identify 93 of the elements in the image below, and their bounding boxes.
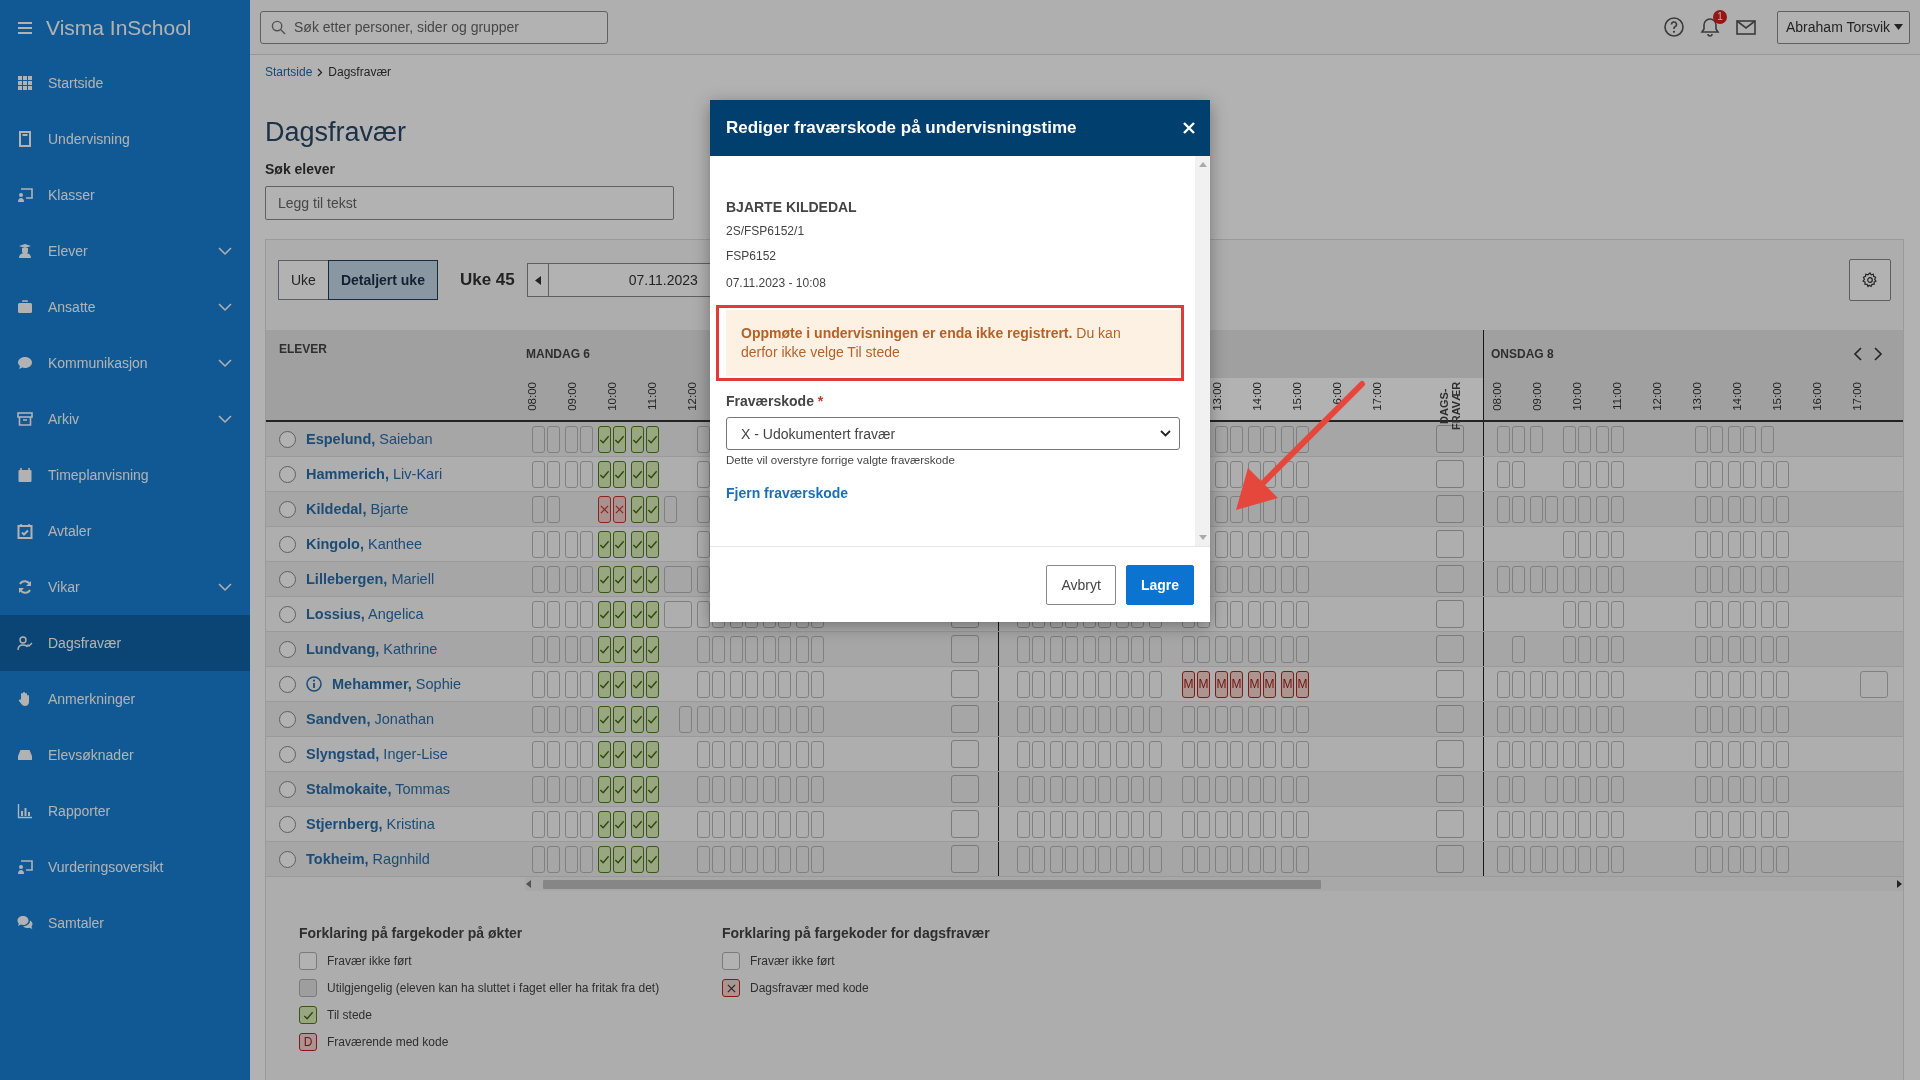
session-cell[interactable]: M	[1197, 670, 1210, 698]
sidebar-item[interactable]: Startside	[0, 55, 250, 111]
hour-label: 08:00	[526, 382, 539, 411]
student-name[interactable]: Hammerich, Liv-Kari	[306, 466, 443, 482]
legend-label: Utilgjengelig (eleven kan ha sluttet i faget eller ha fritak fra det)	[327, 981, 660, 995]
legend-swatch: D	[299, 1033, 317, 1051]
hour-label: 12:00	[686, 382, 699, 411]
view-tab[interactable]: Detaljert uke	[327, 260, 438, 300]
dialog-title: Rediger fraværskode på undervisningstime	[726, 118, 1077, 138]
legend-title: Forklaring på fargekoder for dagsfravær	[722, 925, 991, 941]
sidebar-item[interactable]: Samtaler	[0, 895, 250, 951]
session-cell[interactable]: M	[1281, 670, 1294, 698]
sidebar-item[interactable]: Kommunikasjon	[0, 335, 250, 391]
sidebar-item[interactable]: Rapporter	[0, 783, 250, 839]
column-header: DAGS-FRAVÆR	[1438, 380, 1462, 432]
student-name: BJARTE KILDEDAL	[726, 198, 858, 216]
warning-message: Oppmøte i undervisningen er enda ikke registrert. Du kan derfor ikke velge Til stede	[726, 310, 1180, 376]
session-cell[interactable]: M	[1248, 670, 1261, 698]
field-label: Søk elever	[265, 161, 336, 178]
session-cell[interactable]: M	[1230, 670, 1243, 698]
hour-label: 08:00	[1491, 382, 1504, 411]
session-cell[interactable]: M	[1296, 670, 1309, 698]
hour-label: 11:00	[646, 382, 659, 410]
lesson-detail: 2S/FSP6152/1	[726, 223, 806, 239]
sidebar-item[interactable]: Vikar	[0, 559, 250, 615]
hour-label: 14:00	[1251, 382, 1264, 411]
remove-code-link[interactable]: Fjern fraværskode	[726, 485, 849, 501]
student-name[interactable]: Kingolo, Kanthee	[306, 536, 423, 552]
hour-label: 15:00	[1291, 382, 1304, 411]
search-field[interactable]: Søk etter personer, sider og grupper	[260, 10, 608, 44]
hour-label: 09:00	[1531, 382, 1544, 411]
breadcrumb-current: Dagsfravær	[328, 65, 392, 79]
notification-badge: 1	[1713, 10, 1727, 24]
hour-label: 12:00	[1651, 382, 1664, 411]
sidebar-item[interactable]: Avtaler	[0, 503, 250, 559]
student-name[interactable]: Mehammer, Sophie	[332, 676, 461, 692]
absence-code-select[interactable]: X - Udokumentert fravær	[726, 417, 1180, 450]
hour-label: 17:00	[1371, 382, 1384, 411]
cancel-button[interactable]: Avbryt	[1046, 564, 1116, 605]
hour-label: 13:00	[1211, 382, 1224, 411]
sidebar-item[interactable]: Ansatte	[0, 279, 250, 335]
hour-label: 10:00	[606, 382, 619, 411]
sidebar-item[interactable]: Dagsfravær	[0, 615, 250, 671]
legend-label: Fravær ikke ført	[750, 954, 835, 968]
page-title: Dagsfravær	[265, 116, 407, 148]
student-name[interactable]: Stalmokaite, Tommas	[306, 781, 450, 797]
help-text: Dette vil overstyre forrige valgte fraværskode	[726, 454, 956, 466]
student-name[interactable]: Lillebergen, Mariell	[306, 571, 435, 587]
breadcrumb-link[interactable]: Startside	[265, 65, 313, 79]
day-header: MANDAG 6	[526, 347, 590, 361]
student-name[interactable]: Lundvang, Kathrine	[306, 641, 438, 657]
legend-label: Fraværende med kode	[327, 1035, 449, 1049]
day-header: ONSDAG 8	[1491, 347, 1554, 361]
session-cell[interactable]: M	[1182, 670, 1195, 698]
hour-label: 6:00	[1331, 382, 1344, 405]
sidebar-item[interactable]: Klasser	[0, 167, 250, 223]
week-label: Uke 45	[459, 270, 515, 290]
student-search-field[interactable]: Legg til tekst	[265, 186, 674, 220]
app-logo: Visma InSchool	[46, 15, 192, 40]
student-name[interactable]: Espelund, Saieban	[306, 431, 433, 447]
legend-label: Til stede	[327, 1008, 372, 1022]
student-name[interactable]: Kildedal, Bjarte	[306, 501, 409, 517]
sidebar-item[interactable]: Elevsøknader	[0, 727, 250, 783]
legend-label: Dagsfravær med kode	[750, 981, 869, 995]
student-name[interactable]: Lossius, Angelica	[306, 606, 424, 622]
hour-label: 14:00	[1731, 382, 1744, 411]
student-name[interactable]: Slyngstad, Inger-Lise	[306, 746, 448, 762]
hour-label: 13:00	[1691, 382, 1704, 411]
student-name[interactable]: Tokheim, Ragnhild	[306, 851, 430, 867]
hour-label: 15:00	[1771, 382, 1784, 411]
sidebar-item[interactable]: Vurderingsoversikt	[0, 839, 250, 895]
hour-label: 11:00	[1611, 382, 1624, 410]
save-button[interactable]: Lagre	[1125, 564, 1194, 605]
sidebar-item[interactable]: Arkiv	[0, 391, 250, 447]
field-label: Fraværskode *	[726, 393, 825, 409]
hour-label: 17:00	[1851, 382, 1864, 411]
sidebar-item[interactable]: Elever	[0, 223, 250, 279]
sidebar-item[interactable]: Timeplanvisning	[0, 447, 250, 503]
lesson-detail: FSP6152	[726, 248, 778, 264]
view-tab[interactable]: Uke	[278, 260, 329, 300]
session-cell[interactable]: M	[1215, 670, 1228, 698]
session-cell[interactable]: M	[1263, 670, 1276, 698]
hour-label: 16:00	[1811, 382, 1824, 411]
user-menu-button[interactable]: Abraham Torsvik	[1777, 10, 1910, 44]
student-name[interactable]: Stjernberg, Kristina	[306, 816, 435, 832]
student-name[interactable]: Sandven, Jonathan	[306, 711, 435, 727]
sidebar-item[interactable]: Anmerkninger	[0, 671, 250, 727]
column-header: ELEVER	[279, 342, 327, 356]
legend-title: Forklaring på fargekoder på økter	[299, 925, 524, 941]
sidebar-item[interactable]: Undervisning	[0, 111, 250, 167]
legend-label: Fravær ikke ført	[327, 954, 412, 968]
hour-label: 10:00	[1571, 382, 1584, 411]
hour-label: 09:00	[566, 382, 579, 411]
